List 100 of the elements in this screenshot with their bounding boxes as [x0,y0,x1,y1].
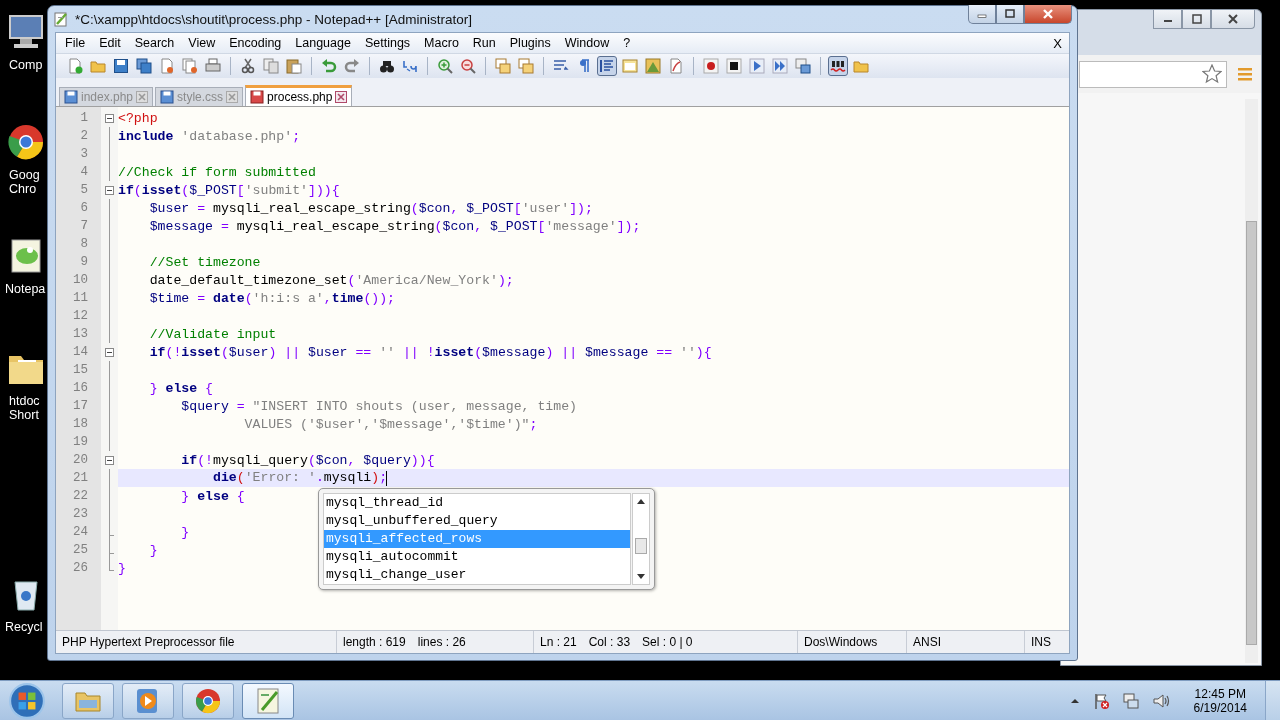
replace-icon [402,58,418,74]
indent-guide-icon [599,58,615,74]
sync-scroll-button[interactable] [516,56,536,76]
line-number: 23 [72,507,89,521]
save-icon [113,58,129,74]
close-icon[interactable] [335,91,348,103]
scroll-down-icon[interactable] [637,574,645,580]
icon-label: Chro [8,182,37,196]
close-icon [1228,14,1238,24]
window-title: *C:\xampp\htdocs\shoutit\process.php - Notepad++ [Administrator] [75,11,472,27]
fold-toggle-icon[interactable] [105,113,114,123]
maximize-icon [1004,9,1016,19]
image-button[interactable] [643,56,663,76]
fold-toggle-icon[interactable] [105,185,114,195]
scrollbar[interactable] [1245,99,1258,663]
save-macro-button[interactable] [793,56,813,76]
autocomplete-item[interactable]: mysqli_autocommit [324,548,630,566]
code-line: VALUES ('$user','$message','$time')"; [243,416,538,432]
line-number: 17 [72,399,89,413]
play-button[interactable] [747,56,767,76]
stop-button[interactable] [724,56,744,76]
save-all-button[interactable] [134,56,154,76]
menu-item[interactable]: Run [465,36,503,50]
autocomplete-item[interactable]: mysql_thread_id [324,494,630,512]
network-icon[interactable] [1121,691,1140,710]
minimize-button[interactable] [1153,10,1182,29]
speaker-icon[interactable] [1151,691,1170,710]
clipboard-button[interactable] [284,56,304,76]
status-text: length : 619 [343,635,406,649]
line-number: 13 [72,327,89,341]
zoom-out-button[interactable] [458,56,478,76]
line-number: 9 [79,255,89,269]
code-line: //Validate input [148,326,277,342]
browser-icon[interactable] [6,122,46,162]
autocomplete-item[interactable]: mysqli_change_user [324,566,630,584]
save-macro-icon [795,58,811,74]
close-file-icon [159,58,175,74]
window-icon [622,58,638,74]
menu-item[interactable]: Encoding [222,36,289,50]
clock-date[interactable]: 6/19/2014 [1193,700,1247,715]
status-text: Ln : 21 [540,635,577,649]
menu-item[interactable]: Language [288,36,358,50]
status-text: INS [1031,635,1051,649]
status-text: ANSI [913,635,941,649]
menu-item[interactable]: Plugins [502,36,558,50]
menu-item[interactable]: Window [557,36,617,50]
status-text: PHP Hypertext Preprocessor file [62,635,235,649]
line-number: 11 [72,291,89,305]
fast-forward-icon [772,58,788,74]
menu-item[interactable]: File [58,36,93,50]
line-number: 22 [72,489,89,503]
binoculars-icon [379,58,395,74]
record-button[interactable] [701,56,721,76]
spellcheck-button[interactable] [828,56,848,76]
fast-forward-button[interactable] [770,56,790,76]
menu-item[interactable]: Edit [92,36,128,50]
star-icon[interactable] [1202,64,1222,84]
fold-toggle-icon[interactable] [105,455,114,465]
indent-guide-button[interactable] [597,56,617,76]
clock-time[interactable]: 12:45 PM [1194,686,1246,701]
code-line: include 'database.php'; [118,128,301,144]
menu-item[interactable]: View [181,36,223,50]
maximize-button[interactable] [996,5,1024,24]
code-line: if(isset($_POST['submit'])){ [118,182,340,198]
menu-item[interactable]: Search [127,36,182,50]
media-player-button[interactable] [122,682,174,719]
scroll-thumb[interactable] [635,538,647,554]
zoom-in-button[interactable] [435,56,455,76]
status-text: lines : 26 [417,635,466,649]
scrollbar[interactable] [632,493,650,585]
notepad-button[interactable] [242,682,294,719]
folder-icon [90,58,106,74]
save-button[interactable] [111,56,131,76]
close-button[interactable] [1024,5,1072,24]
code-line: } [180,524,190,540]
line-number: 18 [72,417,89,431]
save-all-icon [136,58,152,74]
scroll-up-icon[interactable] [637,498,645,504]
line-number: 19 [72,435,89,449]
start-button[interactable] [8,681,46,720]
tab[interactable]: process.php [245,85,353,106]
autocomplete-item[interactable]: mysql_unbuffered_query [324,512,630,530]
close-button[interactable] [1211,10,1255,29]
menu-item[interactable]: ? [616,36,638,50]
menu-item[interactable]: Settings [357,36,418,50]
code-line: die('Error: '.mysqli); [211,470,388,486]
close-document-button[interactable]: X [1050,35,1065,51]
sync-scroll-button[interactable] [493,56,513,76]
close-all-button[interactable] [180,56,200,76]
image-icon [645,58,661,74]
sync-scroll-icon [518,58,534,74]
line-number: 3 [79,147,89,161]
icon-label: Recycl [4,620,43,634]
undo-icon [321,58,337,74]
fold-toggle-icon[interactable] [105,347,114,357]
browser-button[interactable] [182,682,234,719]
maximize-button[interactable] [1182,10,1211,29]
line-number: 24 [72,525,89,539]
line-number: 14 [72,345,89,359]
menu-item[interactable]: Macro [417,36,466,50]
